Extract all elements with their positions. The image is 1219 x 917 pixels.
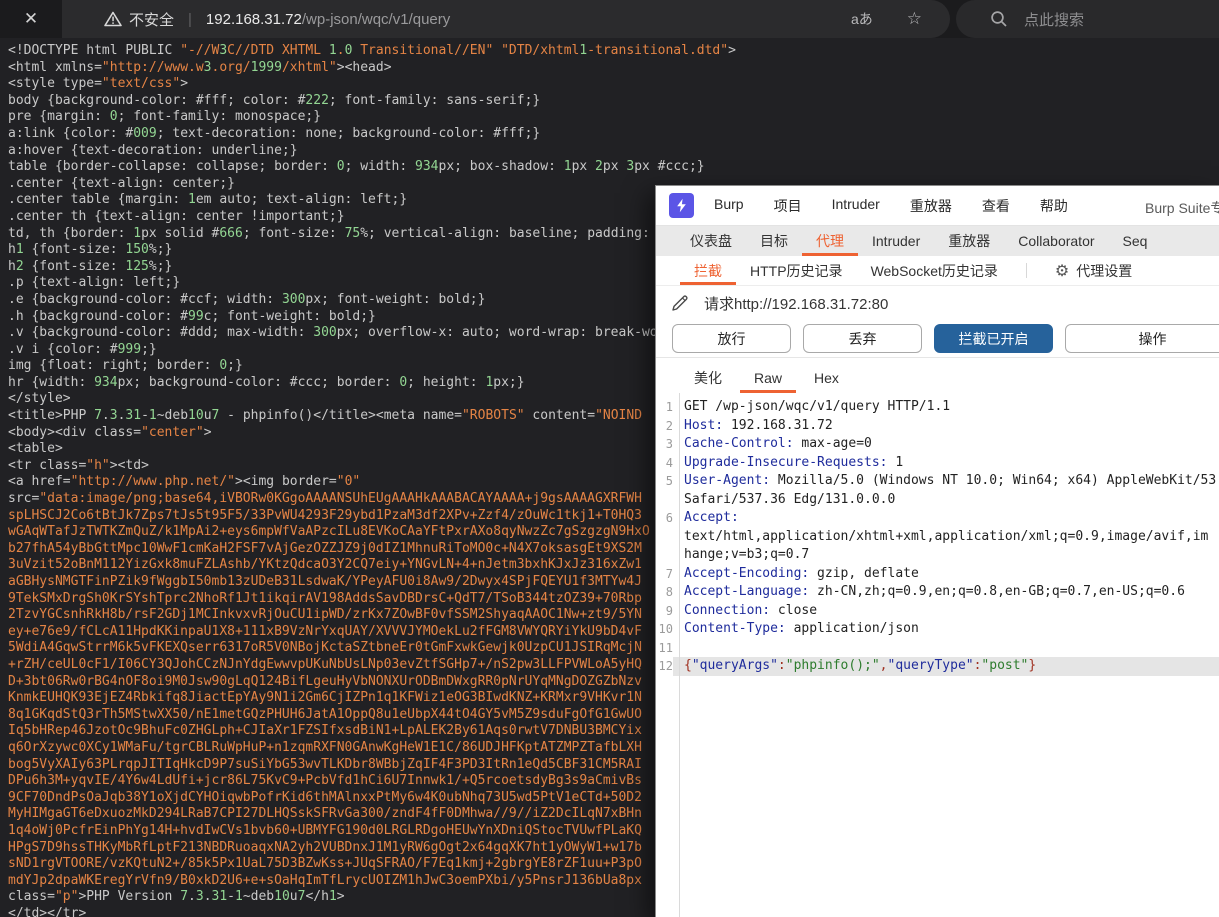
gutter-separator — [679, 393, 680, 917]
button-丢弃[interactable]: 丢弃 — [803, 324, 922, 353]
request-row: Safari/537.36 Edg/131.0.0.0 — [656, 491, 1219, 510]
menu-item[interactable]: Intruder — [832, 196, 880, 216]
intercept-banner: 请求http://192.168.31.72:80 — [656, 286, 1219, 320]
editor-tab-Raw[interactable]: Raw — [740, 363, 796, 393]
line-number: 2 — [665, 418, 673, 433]
source-line: table {border-collapse: collapse; border… — [8, 159, 705, 175]
source-line: <html xmlns="http://www.w3.org/1999/xhtm… — [8, 59, 392, 75]
main-tab-仪表盘[interactable]: 仪表盘 — [676, 226, 746, 256]
pencil-icon — [672, 295, 688, 311]
request-row: 5 User-Agent: Mozilla/5.0 (Windows NT 10.… — [656, 472, 1219, 491]
request-row: hange;v=b3;q=0.7 — [656, 546, 1219, 565]
request-row: 3 Cache-Control: max-age=0 — [656, 435, 1219, 454]
request-row: text/html,application/xhtml+xml,applicat… — [656, 528, 1219, 547]
request-row: 11 — [656, 639, 1219, 658]
burp-menubar: Burp 项目 Intruder 重放器 查看 帮助 Burp Suite专 — [656, 186, 1219, 226]
proxy-tab-WebSocket历史记录[interactable]: WebSocket历史记录 — [857, 256, 1012, 285]
line-number — [656, 528, 673, 547]
message-editor-tabs: 美化 Raw Hex — [656, 357, 1219, 393]
line-number — [656, 491, 673, 510]
burp-logo-icon — [669, 193, 694, 218]
warning-icon — [104, 11, 122, 27]
menu-item[interactable]: 查看 — [982, 196, 1010, 216]
proxy-tab-拦截[interactable]: 拦截 — [680, 256, 736, 285]
line-number — [656, 546, 673, 565]
source-line: <!DOCTYPE html PUBLIC "-//W3C//DTD XHTML… — [8, 43, 736, 58]
line-number: 9 — [665, 603, 673, 618]
line-number: 11 — [658, 640, 673, 655]
editor-tab-Hex[interactable]: Hex — [800, 363, 853, 393]
request-row: 8 Accept-Language: zh-CN,zh;q=0.9,en;q=0.… — [656, 583, 1219, 602]
screen: { "colors": { "accent_orange": "#ee6232"… — [0, 0, 1219, 917]
button-放行[interactable]: 放行 — [672, 324, 791, 353]
browser-topbar: ✕ 不安全 | 192.168.31.72/wp-json/wqc/v1/que… — [0, 0, 1219, 38]
request-editor[interactable]: 1 GET /wp-json/wqc/v1/query HTTP/1.1 2 Host… — [656, 393, 1219, 917]
button-拦截已开启[interactable]: 拦截已开启 — [934, 324, 1053, 353]
security-label: 不安全 — [129, 11, 175, 29]
main-tab-Seq[interactable]: Seq — [1109, 226, 1162, 256]
burp-window-title: Burp Suite专 — [1145, 200, 1219, 216]
source-line: pre {margin: 0; font-family: monospace;} — [8, 109, 322, 125]
burp-main-tabs: 仪表盘 目标 代理 Intruder 重放器 Collaborator Seq — [656, 226, 1219, 256]
menu-item[interactable]: Burp — [714, 196, 744, 216]
burp-proxy-tabs: 拦截 HTTP历史记录 WebSocket历史记录 ⚙ 代理设置 — [656, 256, 1219, 286]
url-path: /wp-json/wqc/v1/query — [301, 10, 451, 28]
menu-item[interactable]: 重放器 — [910, 196, 952, 216]
source-line: a:link {color: #009; text-decoration: no… — [8, 125, 541, 141]
url-host: 192.168.31.72 — [205, 10, 302, 28]
source-line: body {background-color: #fff; color: #22… — [8, 92, 541, 108]
request-row: 12 {"queryArgs":"phpinfo();","queryType":… — [656, 657, 1219, 676]
main-tab-Intruder[interactable]: Intruder — [858, 226, 934, 256]
request-row: 10 Content-Type: application/json — [656, 620, 1219, 639]
intercept-buttons: 放行 丢弃 拦截已开启 操作 — [656, 320, 1219, 357]
menu-item[interactable]: 帮助 — [1040, 196, 1068, 216]
line-number: 8 — [665, 585, 673, 599]
main-tab-代理[interactable]: 代理 — [802, 226, 858, 256]
main-tab-重放器[interactable]: 重放器 — [934, 226, 1004, 256]
editor-tab-美化[interactable]: 美化 — [680, 363, 736, 393]
address-separator: | — [188, 10, 192, 28]
address-bar[interactable]: 不安全 | 192.168.31.72/wp-json/wqc/v1/query… — [62, 0, 950, 38]
line-number: 6 — [665, 511, 673, 525]
line-number: 10 — [658, 622, 673, 636]
main-tab-目标[interactable]: 目标 — [746, 226, 802, 256]
proxy-tab-HTTP历史记录[interactable]: HTTP历史记录 — [736, 256, 857, 285]
line-number: 1 — [665, 400, 673, 414]
close-tab-icon[interactable]: ✕ — [24, 9, 38, 29]
source-line: a:hover {text-decoration: underline;} — [8, 142, 298, 158]
request-row: 1 GET /wp-json/wqc/v1/query HTTP/1.1 — [656, 398, 1219, 417]
line-number: 5 — [665, 474, 673, 488]
button-操作[interactable]: 操作 — [1065, 324, 1219, 353]
font-size-button[interactable]: aあ — [851, 9, 873, 29]
line-number: 7 — [665, 566, 673, 581]
source-line: <style type="text/css"> — [8, 76, 189, 92]
security-badge[interactable]: 不安全 — [104, 9, 174, 30]
tab-proxy-settings[interactable]: ⚙ 代理设置 — [1041, 256, 1146, 285]
request-row: 4 Upgrade-Insecure-Requests: 1 — [656, 454, 1219, 473]
tab-divider — [1025, 263, 1027, 278]
request-row: 6 Accept: — [656, 509, 1219, 528]
url-text[interactable]: 192.168.31.72/wp-json/wqc/v1/query — [206, 11, 450, 28]
line-number: 4 — [665, 455, 673, 470]
tab-zone: ✕ — [0, 0, 62, 38]
request-row: 7 Accept-Encoding: gzip, deflate — [656, 565, 1219, 584]
menu-item[interactable]: 项目 — [774, 196, 802, 216]
main-tab-Collaborator[interactable]: Collaborator — [1004, 226, 1108, 256]
favorite-star-icon[interactable]: ☆ — [907, 9, 922, 29]
gear-icon: ⚙ — [1054, 262, 1070, 280]
line-number: 12 — [658, 659, 673, 673]
search-box[interactable]: 点此搜索 — [956, 0, 1219, 38]
request-row: 2 Host: 192.168.31.72 — [656, 417, 1219, 436]
intercept-request-url: 请求http://192.168.31.72:80 — [704, 295, 889, 313]
request-row: 9 Connection: close — [656, 602, 1219, 621]
proxy-settings-label: 代理设置 — [1076, 262, 1133, 279]
burp-suite-window: Burp 项目 Intruder 重放器 查看 帮助 Burp Suite专 仪表盘 目标代… — [655, 185, 1219, 917]
line-number: 3 — [665, 437, 673, 451]
search-icon — [990, 10, 1008, 28]
search-placeholder: 点此搜索 — [1024, 11, 1085, 29]
